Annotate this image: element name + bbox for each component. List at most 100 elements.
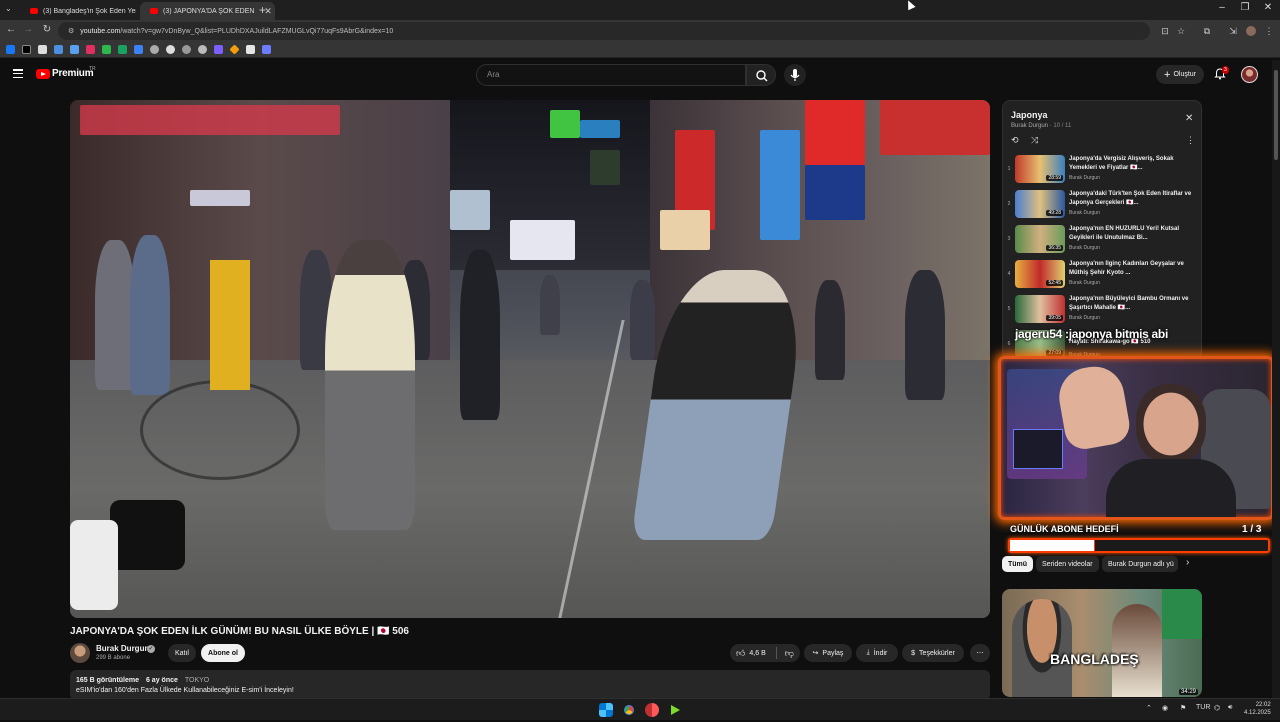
maximize-icon[interactable]: ❐ bbox=[1237, 2, 1253, 13]
bookmark-icon[interactable] bbox=[70, 45, 79, 54]
tray-app-icon[interactable]: ◉ bbox=[1162, 704, 1168, 712]
playlist-subtitle: Burak Durgun · 10 / 11 bbox=[1011, 123, 1072, 129]
bookmark-star-icon[interactable]: ☆ bbox=[1176, 26, 1186, 36]
downloads-icon[interactable]: ⇲ bbox=[1228, 26, 1238, 36]
account-avatar[interactable] bbox=[1241, 66, 1258, 83]
windows-taskbar: ⌃ ◉ ⚑ TUR ⌬ 🔊︎ 22:02 4.12.2025 bbox=[0, 698, 1280, 720]
media-app-icon[interactable] bbox=[668, 703, 682, 717]
subscribe-button[interactable]: Abone ol bbox=[201, 644, 245, 662]
close-window-icon[interactable]: ✕ bbox=[1260, 2, 1276, 13]
notification-badge: 3 bbox=[1222, 66, 1229, 74]
hamburger-menu-icon[interactable] bbox=[13, 69, 23, 79]
forward-icon[interactable]: → bbox=[21, 24, 35, 35]
dislike-icon[interactable]: 👎︎ bbox=[785, 648, 794, 659]
youtube-favicon-icon bbox=[30, 8, 38, 14]
browser-tab[interactable]: (3) Bangladeş'in Şok Eden Yemek ✕ bbox=[20, 2, 155, 20]
facebook-bookmark-icon[interactable] bbox=[6, 45, 15, 54]
profile-icon[interactable] bbox=[1246, 26, 1256, 36]
hashtag-link[interactable]: TOKYO bbox=[185, 677, 209, 684]
bookmark-icon[interactable] bbox=[214, 45, 223, 54]
taskbar-clock[interactable]: 22:02 4.12.2025 bbox=[1244, 701, 1271, 717]
reload-icon[interactable]: ↻ bbox=[40, 24, 54, 35]
video-player[interactable] bbox=[70, 100, 990, 618]
goal-title: GÜNLÜK ABONE HEDEFİ bbox=[1010, 524, 1119, 534]
x-bookmark-icon[interactable] bbox=[22, 45, 31, 54]
channel-avatar[interactable] bbox=[70, 643, 90, 663]
site-info-icon[interactable]: ⚙ bbox=[68, 27, 74, 35]
like-count: 4,6 B bbox=[749, 649, 766, 657]
search-icon bbox=[756, 70, 768, 82]
bookmark-icon[interactable] bbox=[246, 45, 255, 54]
playlist-item[interactable]: 1 28:59 Japonya'da Vergisiz Alışveriş, S… bbox=[1003, 153, 1201, 187]
bookmark-icon[interactable] bbox=[86, 45, 95, 54]
youtube-header: Premium TR Ara + Oluştur 3 bbox=[0, 60, 1270, 90]
playlist-menu-icon[interactable]: ⋮ bbox=[1186, 135, 1195, 146]
like-dislike-group: 👍︎ 4,6 B 👎︎ bbox=[730, 644, 800, 662]
network-icon[interactable]: ⌬ bbox=[1214, 704, 1220, 712]
app-icon[interactable] bbox=[645, 703, 659, 717]
download-label: İndir bbox=[873, 649, 888, 657]
search-button[interactable] bbox=[746, 64, 776, 86]
bookmark-icon[interactable] bbox=[134, 45, 143, 54]
extensions-icon[interactable]: ⧉ bbox=[1202, 26, 1212, 36]
chip-channel-videos[interactable]: Burak Durgun adlı yü bbox=[1102, 556, 1178, 572]
bookmark-icon[interactable] bbox=[229, 44, 240, 55]
like-button[interactable]: 👍︎ 4,6 B bbox=[736, 648, 766, 659]
back-icon[interactable]: ← bbox=[4, 24, 18, 35]
menu-dots-icon[interactable]: ⋮ bbox=[1264, 26, 1274, 36]
description-box[interactable]: 165 B görüntüleme 6 ay önce TOKYO eSIM'i… bbox=[70, 670, 990, 700]
bookmark-icon[interactable] bbox=[38, 45, 47, 54]
bookmark-icon[interactable] bbox=[262, 45, 271, 54]
bookmark-icon[interactable] bbox=[166, 45, 175, 54]
channel-name[interactable]: Burak Durgun bbox=[96, 644, 149, 653]
voice-search-button[interactable] bbox=[784, 64, 806, 86]
install-icon[interactable]: ⊡ bbox=[1160, 26, 1170, 36]
close-playlist-icon[interactable]: ✕ bbox=[1185, 113, 1193, 124]
bookmark-icon[interactable] bbox=[118, 45, 127, 54]
view-count: 165 B görüntüleme bbox=[76, 677, 140, 684]
input-language[interactable]: TUR bbox=[1196, 704, 1210, 711]
youtube-logo-icon[interactable] bbox=[36, 69, 50, 79]
premium-logo-text[interactable]: Premium bbox=[52, 68, 94, 79]
playlist-item[interactable]: 5 39:05 Japonya'nın Büyüleyici Bambu Orm… bbox=[1003, 293, 1201, 327]
address-bar-row: ← → ↻ ⚙ youtube.com/watch?v=gw7vDnByw_Q&… bbox=[0, 20, 1280, 42]
chip-all[interactable]: Tümü bbox=[1002, 556, 1034, 572]
bookmark-icon[interactable] bbox=[182, 45, 191, 54]
start-menu-icon[interactable] bbox=[599, 703, 613, 717]
playlist-item[interactable]: 3 36:35 Japonya'nın EN HUZURLU Yeri! Kut… bbox=[1003, 223, 1201, 257]
playlist-item[interactable]: 2 49:28 Japonya'daki Türk'ten Şok Eden İ… bbox=[1003, 188, 1201, 222]
bookmark-icon[interactable] bbox=[198, 45, 207, 54]
create-button[interactable]: + Oluştur bbox=[1156, 65, 1204, 84]
volume-icon[interactable]: 🔊︎ bbox=[1228, 704, 1232, 712]
share-icon: ↪ bbox=[812, 650, 819, 657]
chip-series-videos[interactable]: Seriden videolar bbox=[1036, 556, 1099, 572]
url-path: /watch?v=gw7vDnByw_Q&list=PLUDhDXAJuildL… bbox=[120, 27, 394, 35]
playlist-item[interactable]: 4 52:45 Japonya'nın İlginç Kadınları Gey… bbox=[1003, 258, 1201, 292]
tray-overflow-icon[interactable]: ⌃ bbox=[1146, 704, 1152, 712]
thanks-button[interactable]: $ Teşekkürler bbox=[902, 644, 964, 662]
bookmark-icon[interactable] bbox=[102, 45, 111, 54]
loop-icon[interactable]: ⟲ bbox=[1011, 135, 1019, 146]
minimize-icon[interactable]: – bbox=[1214, 2, 1230, 13]
search-input[interactable]: Ara bbox=[476, 64, 746, 86]
more-actions-button[interactable]: ⋯ bbox=[970, 644, 990, 662]
new-tab-button[interactable]: + bbox=[259, 3, 266, 17]
bookmark-icon[interactable] bbox=[54, 45, 63, 54]
browser-tab-active[interactable]: (3) JAPONYA'DA ŞOK EDEN İLK ✕ bbox=[140, 2, 275, 20]
playlist-owner[interactable]: Burak Durgun bbox=[1011, 123, 1048, 129]
chevron-right-icon[interactable]: › bbox=[1186, 557, 1189, 568]
tray-app-icon[interactable]: ⚑ bbox=[1180, 704, 1186, 712]
playlist-title[interactable]: Japonya bbox=[1011, 110, 1048, 120]
recommended-video-thumbnail[interactable]: BANGLADEŞ 34:29 bbox=[1002, 589, 1202, 697]
url-host: youtube.com bbox=[80, 27, 121, 35]
bookmark-icon[interactable] bbox=[150, 45, 159, 54]
shuffle-icon[interactable]: ⤨ bbox=[1031, 135, 1038, 146]
share-button[interactable]: ↪ Paylaş bbox=[804, 644, 852, 662]
download-button[interactable]: ⤓ İndir bbox=[856, 644, 898, 662]
chrome-app-icon[interactable] bbox=[622, 703, 636, 717]
tab-list-button[interactable]: ⌄ bbox=[5, 4, 12, 13]
url-input[interactable]: ⚙ youtube.com/watch?v=gw7vDnByw_Q&list=P… bbox=[58, 22, 1150, 40]
join-button[interactable]: Katıl bbox=[168, 644, 196, 662]
item-thumbnail: 39:05 bbox=[1015, 295, 1065, 323]
scrollbar-thumb[interactable] bbox=[1274, 70, 1278, 160]
